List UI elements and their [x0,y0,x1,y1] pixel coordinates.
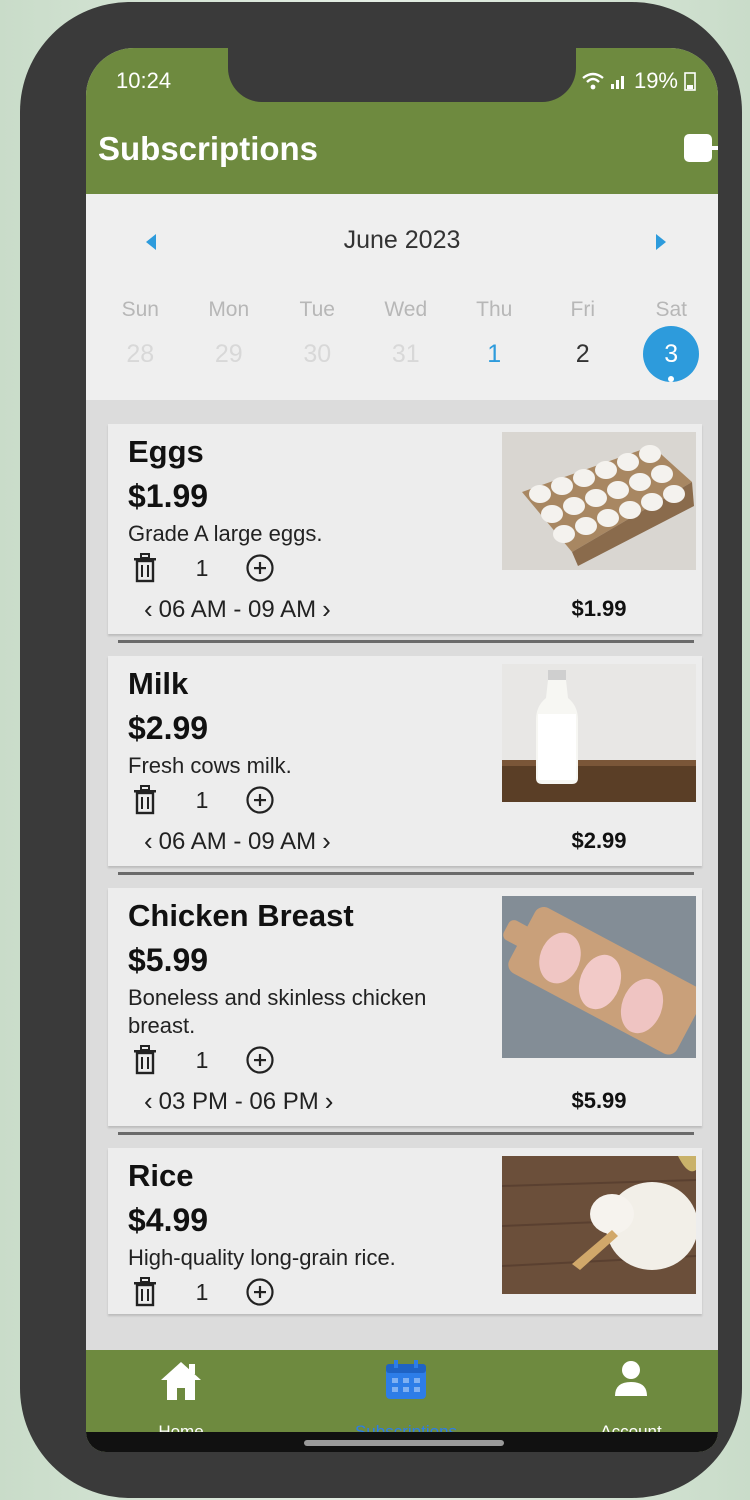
calendar-month: June 2023 [343,226,461,254]
subscription-card: Milk $2.99 Fresh cows milk. 1 ‹ 06 AM - … [108,656,702,866]
chevron-right-icon[interactable]: › [319,1086,340,1117]
calendar-day: 30 [303,340,332,368]
quantity-value: 1 [195,1046,209,1073]
subscription-card: Chicken Breast $5.99 Boneless and skinle… [108,888,702,1126]
phone-frame: 10:24 19% Subscriptions June 2023 Sun Mo… [20,2,742,1498]
quantity-row: 1 [132,1044,274,1076]
card-divider [118,1132,694,1135]
trash-icon[interactable] [132,785,158,815]
product-name: Milk [128,666,189,701]
plus-circle-icon[interactable] [246,1046,274,1074]
status-time: 10:24 [116,68,172,93]
home-indicator[interactable] [304,1440,504,1446]
calendar-day[interactable]: 2 [539,340,628,382]
product-price: $5.99 [128,942,209,978]
weekday-row: Sun Mon Tue Wed Thu Fri Sat [96,298,716,322]
time-slot-row: ‹ 06 AM - 09 AM › [138,594,337,625]
selected-day-label: 3 [643,326,700,382]
weekday-label: Thu [476,298,513,321]
logout-icon[interactable] [684,134,718,162]
quantity-row: 1 [132,1276,274,1308]
subscription-card: Rice $4.99 High-quality long-grain rice. [108,1148,702,1314]
weekday-label: Wed [384,298,428,321]
battery-level: 19% [633,68,678,93]
trash-icon[interactable] [132,1045,158,1075]
app-screen: 10:24 19% Subscriptions June 2023 Sun Mo… [86,48,718,1452]
subscription-list: Eggs $1.99 Grade A large eggs. 1 ‹ 06 AM… [86,400,718,1350]
calendar-day: 29 [214,340,243,368]
account-icon [615,1361,647,1396]
subscription-card: Eggs $1.99 Grade A large eggs. 1 ‹ 06 AM… [108,424,702,634]
product-price: $2.99 [128,710,209,746]
quantity-row: 1 [132,784,274,816]
plus-circle-icon[interactable] [246,554,274,582]
chevron-right-icon[interactable]: › [316,594,337,625]
plus-circle-icon[interactable] [246,1278,274,1306]
chevron-right-icon[interactable]: › [316,826,337,857]
time-slot: 06 AM - 09 AM [158,595,317,623]
camera-notch [228,46,576,102]
egg-carton-image [502,432,696,570]
calendar-day: 31 [391,340,420,368]
signal-icon [610,76,624,89]
weekday-label: Sun [121,298,159,321]
page-title: Subscriptions [98,130,319,167]
quantity-value: 1 [195,1278,209,1305]
battery-icon [684,72,696,91]
chicken-breast-image [502,896,696,1058]
product-description: Grade A large eggs. [128,521,323,546]
quantity-value: 1 [195,786,209,813]
week-calendar: June 2023 Sun Mon Tue Wed Thu Fri Sat 28… [86,194,718,400]
time-slot-row: ‹ 06 AM - 09 AM › [138,826,337,857]
weekday-label: Fri [570,298,596,321]
card-divider [118,640,694,643]
product-price: $1.99 [128,478,209,514]
nav-subscriptions[interactable]: Subscriptions [316,1360,496,1441]
weekday-label: Tue [299,298,335,321]
day-row: 28 29 30 31 1 2 3 [96,326,716,382]
product-name: Rice [128,1158,194,1193]
product-name: Eggs [128,434,204,469]
milk-bottle-image [502,664,696,802]
time-slot: 03 PM - 06 PM [158,1087,319,1115]
trash-icon[interactable] [132,1277,158,1307]
line-total: $2.99 [571,828,627,853]
calendar-day[interactable]: 1 [450,340,539,382]
home-icon [161,1362,201,1400]
calendar-day-selected[interactable]: 3 [627,326,716,382]
chevron-left-icon[interactable]: ‹ [138,826,159,857]
nav-home[interactable]: Home [91,1360,271,1441]
line-total: $1.99 [571,596,627,621]
rice-image [502,1156,696,1294]
trash-icon[interactable] [132,553,158,583]
status-icons: 19% [582,68,696,94]
quantity-value: 1 [195,554,209,581]
nav-account[interactable]: Account [541,1360,718,1441]
wifi-icon [582,72,604,90]
app-header: Subscriptions [86,108,718,194]
time-slot-row: ‹ 03 PM - 06 PM › [138,1086,339,1117]
line-total: $5.99 [571,1088,627,1113]
card-divider [118,872,694,875]
chevron-left-icon[interactable]: ‹ [138,594,159,625]
product-description: Boneless and skinless chicken breast. [128,985,427,1038]
chevron-left-icon[interactable]: ‹ [138,1086,159,1117]
plus-circle-icon[interactable] [246,786,274,814]
weekday-label: Mon [208,298,250,321]
product-description: Fresh cows milk. [128,753,292,778]
product-price: $4.99 [128,1202,209,1238]
time-slot: 06 AM - 09 AM [158,827,317,855]
next-month-icon[interactable] [656,234,666,250]
product-description: High-quality long-grain rice. [128,1245,396,1270]
quantity-row: 1 [132,552,274,584]
calendar-icon [386,1360,426,1399]
calendar-day: 28 [126,340,155,368]
weekday-label: Sat [655,298,688,321]
product-name: Chicken Breast [128,898,354,933]
